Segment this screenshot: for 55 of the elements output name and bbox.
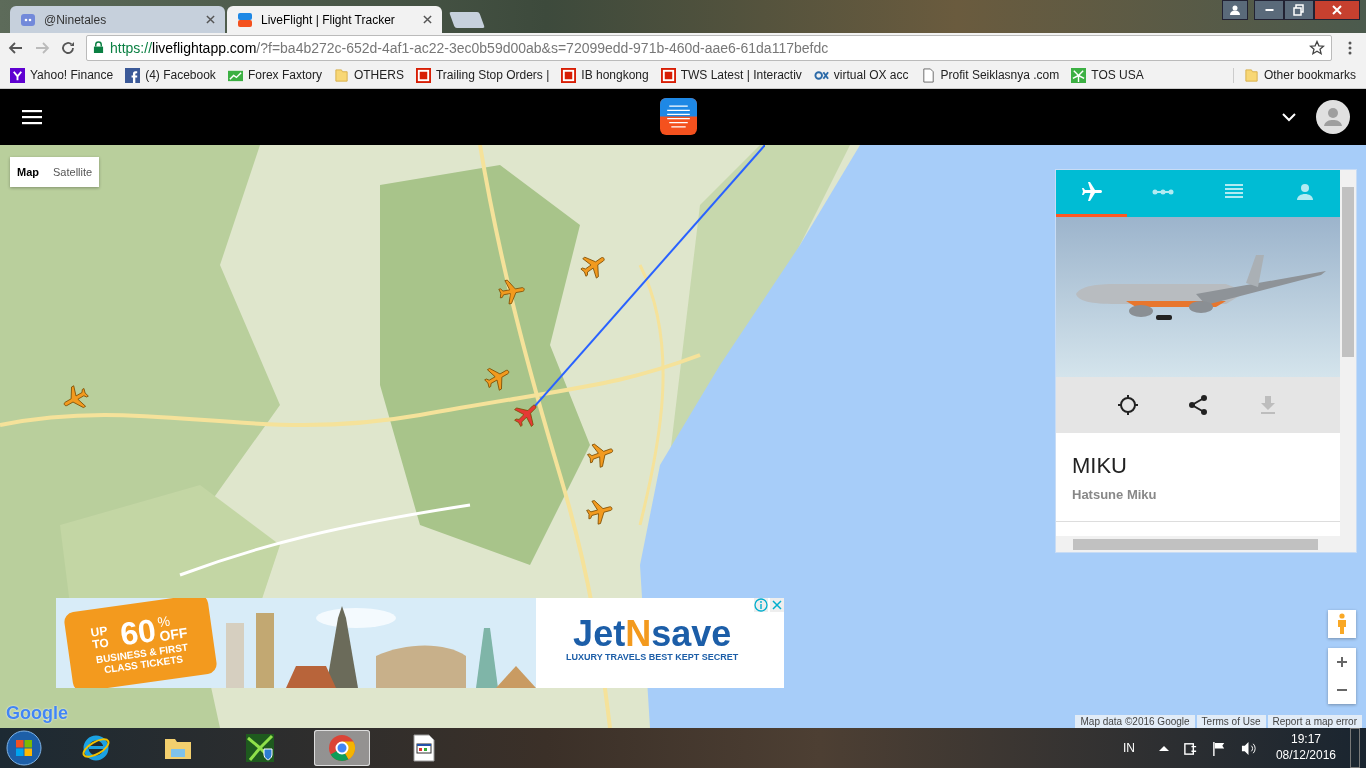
starburst-icon (1071, 67, 1087, 83)
address-bar[interactable]: https://liveflightapp.com/?f=ba4b272c-652d-4af1-ac22-3ec0b59d00ab&s=72099edd-971b-460d-aae6-61da117befdc (86, 34, 1332, 61)
star-icon[interactable] (1309, 39, 1325, 56)
bookmark[interactable]: TWS Latest | Interactiv (660, 67, 802, 83)
close-icon[interactable] (423, 15, 432, 24)
bookmark[interactable]: Trailing Stop Orders | (415, 67, 550, 83)
folder-icon (1243, 67, 1259, 83)
square-logo-icon (415, 67, 431, 83)
browser-e-icon (81, 733, 111, 763)
show-hidden-icons-button[interactable] (1158, 745, 1169, 751)
bookmark[interactable]: (4) Facebook (125, 67, 216, 83)
page-icon (920, 67, 936, 83)
user-button[interactable] (1222, 0, 1248, 20)
back-icon[interactable] (8, 39, 24, 56)
lock-icon (93, 41, 104, 54)
browser-tab[interactable]: LiveFlight | Flight Tracker (227, 6, 442, 33)
app-logo-icon[interactable] (660, 98, 697, 135)
close-button[interactable] (1314, 0, 1360, 20)
minimize-icon (1264, 9, 1274, 11)
app-logo-icon (237, 11, 253, 28)
reload-icon[interactable] (60, 39, 76, 56)
folder-icon (333, 67, 349, 83)
close-icon[interactable] (206, 15, 215, 24)
chevron-down-icon[interactable] (1282, 112, 1296, 122)
close-icon (1331, 4, 1343, 16)
avatar-icon[interactable] (1316, 100, 1350, 134)
chrome-icon (327, 733, 357, 763)
chat-bubble-icon (20, 11, 36, 28)
square-logo-icon (660, 67, 676, 83)
bookmark[interactable]: TOS USA (1071, 67, 1144, 83)
bookmark[interactable]: Forex Faxtory (227, 67, 322, 83)
new-tab-button[interactable] (449, 12, 485, 28)
minimize-button[interactable] (1254, 0, 1284, 20)
browser-tab[interactable]: @Ninetales (10, 6, 225, 33)
start-button[interactable] (6, 730, 42, 766)
show-desktop-button[interactable] (1350, 728, 1360, 768)
maximize-button[interactable] (1284, 0, 1314, 20)
bookmark[interactable]: OTHERS (333, 67, 404, 83)
facebook-icon (125, 67, 141, 83)
bookmark[interactable]: Profit Seiklasnya .com (920, 67, 1060, 83)
restore-icon (1293, 4, 1305, 16)
bookmark[interactable]: Yahoo! Finance (10, 67, 114, 83)
language-indicator[interactable]: IN (1122, 741, 1135, 755)
person-icon (1229, 4, 1241, 16)
power-plug-icon[interactable] (1182, 740, 1198, 756)
menu-icon[interactable] (22, 109, 42, 125)
bookmark[interactable]: virtual OX acc (813, 67, 909, 83)
shield-icon (245, 733, 275, 763)
other-bookmarks[interactable]: Other bookmarks (1232, 67, 1356, 83)
yahoo-letter-icon (10, 67, 25, 83)
volume-icon[interactable] (1240, 740, 1256, 756)
flag-icon[interactable] (1211, 740, 1227, 756)
clock[interactable]: 19:17 08/12/2016 (1275, 732, 1336, 764)
bookmark[interactable]: IB hongkong (561, 67, 649, 83)
square-logo-icon (561, 67, 577, 83)
